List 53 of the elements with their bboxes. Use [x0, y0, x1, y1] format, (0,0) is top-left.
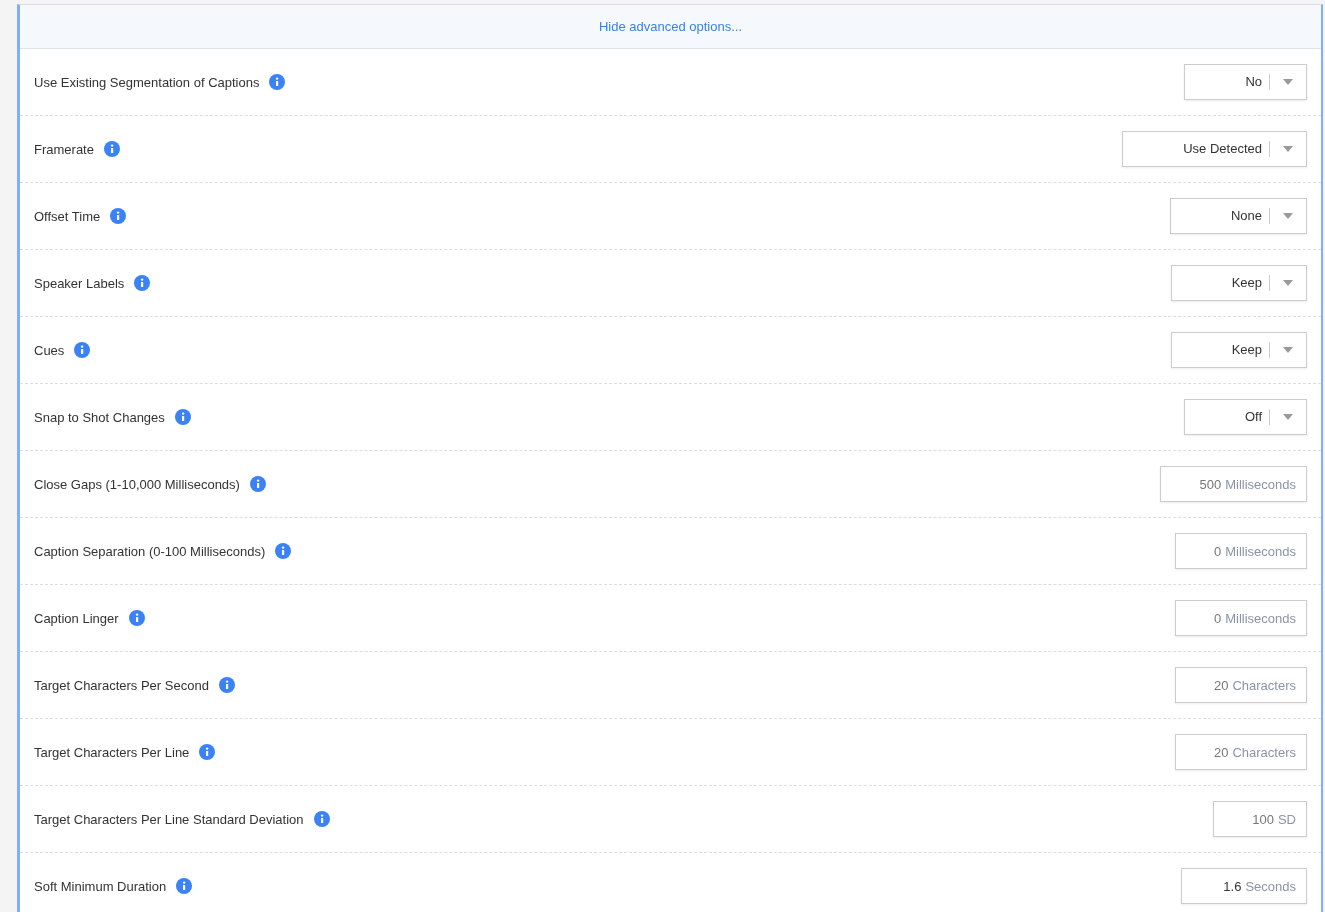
- setting-label: Target Characters Per Line Standard Deviation: [34, 811, 304, 827]
- info-icon[interactable]: [134, 275, 151, 291]
- caret-icon: [1283, 347, 1293, 353]
- number-input[interactable]: 20: [1211, 744, 1233, 760]
- unit-label: Seconds: [1245, 878, 1296, 894]
- setting-label: Cues: [34, 342, 65, 358]
- info-icon[interactable]: [128, 610, 145, 626]
- setting-label: Use Existing Segmentation of Captions: [34, 74, 260, 90]
- dropdown[interactable]: Keep: [1170, 265, 1307, 301]
- unit-label: Milliseconds: [1225, 610, 1296, 626]
- info-icon[interactable]: [249, 476, 266, 492]
- info-icon[interactable]: [218, 677, 235, 693]
- caret-icon: [1283, 213, 1293, 219]
- caret-icon: [1283, 146, 1293, 152]
- number-input[interactable]: 0: [1211, 610, 1226, 626]
- setting-label: Snap to Shot Changes: [34, 409, 165, 425]
- setting-label: Target Characters Per Second: [34, 677, 209, 693]
- setting-label: Speaker Labels: [34, 275, 125, 291]
- info-icon[interactable]: [275, 543, 292, 559]
- setting-label: Offset Time: [34, 208, 101, 224]
- setting-label: Framerate: [34, 141, 94, 157]
- info-icon[interactable]: [176, 878, 193, 894]
- dropdown[interactable]: Use Detected: [1122, 131, 1307, 167]
- dropdown[interactable]: No: [1184, 64, 1307, 100]
- hide-advanced-options-link[interactable]: Hide advanced options...: [598, 19, 743, 34]
- number-input[interactable]: 1.6: [1217, 878, 1246, 894]
- info-icon[interactable]: [313, 811, 330, 827]
- dropdown[interactable]: Off: [1183, 399, 1307, 435]
- caret-icon: [1283, 79, 1293, 85]
- unit-label: Milliseconds: [1225, 476, 1296, 492]
- unit-label: Characters: [1232, 744, 1296, 760]
- unit-label: SD: [1277, 811, 1296, 827]
- number-input[interactable]: 0: [1211, 543, 1226, 559]
- info-icon[interactable]: [199, 744, 216, 760]
- caret-icon: [1283, 414, 1293, 420]
- unit-label: Characters: [1232, 677, 1296, 693]
- info-icon[interactable]: [174, 409, 191, 425]
- info-icon[interactable]: [74, 342, 91, 358]
- number-input[interactable]: 20: [1211, 677, 1233, 693]
- setting-label: Caption Linger: [34, 610, 119, 626]
- number-input[interactable]: 500: [1197, 476, 1226, 492]
- dropdown[interactable]: Keep: [1170, 332, 1307, 368]
- setting-label: Soft Minimum Duration: [34, 878, 167, 894]
- caret-icon: [1283, 280, 1293, 286]
- info-icon[interactable]: [110, 208, 127, 224]
- unit-label: Milliseconds: [1225, 543, 1296, 559]
- info-icon[interactable]: [103, 141, 120, 157]
- setting-label: Target Characters Per Line: [34, 744, 190, 760]
- info-icon[interactable]: [269, 74, 286, 90]
- dropdown[interactable]: None: [1169, 198, 1307, 234]
- number-input[interactable]: 100: [1250, 811, 1278, 827]
- setting-label: Close Gaps (1-10,000 Milliseconds): [34, 476, 240, 492]
- setting-label: Caption Separation (0-100 Milliseconds): [34, 543, 266, 559]
